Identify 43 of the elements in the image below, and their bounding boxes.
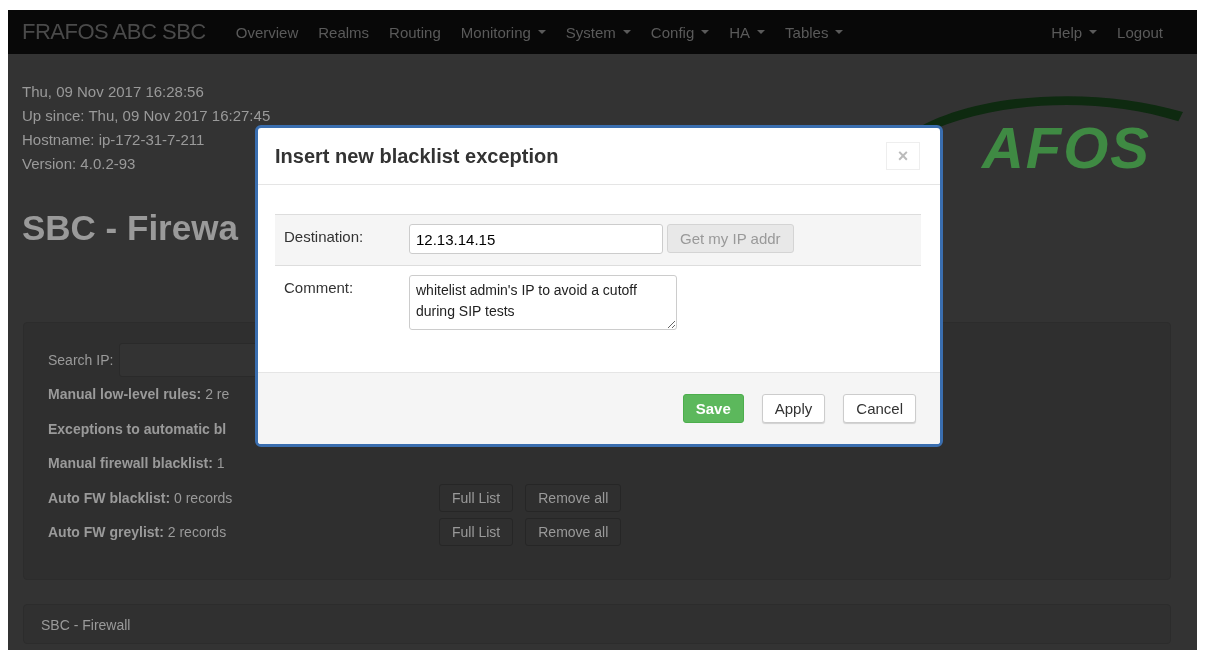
nav-link[interactable]: Monitoring bbox=[452, 23, 554, 41]
close-button[interactable]: × bbox=[886, 142, 920, 170]
caret-icon bbox=[835, 30, 844, 34]
list-button[interactable]: Remove all bbox=[525, 518, 622, 547]
field-label: Search IP: bbox=[48, 352, 114, 368]
record-text: Exceptions to automatic bl bbox=[48, 420, 228, 437]
nav-link[interactable]: Realms bbox=[310, 23, 378, 41]
dialog-button[interactable]: Apply bbox=[761, 394, 826, 423]
destination-field[interactable]: 12.13.14.15 bbox=[409, 224, 663, 254]
save-button[interactable]: Save bbox=[682, 394, 744, 423]
get-ip-button[interactable]: Get my IP addr bbox=[667, 224, 794, 253]
record-text: Auto FW greylist: 2 records bbox=[48, 524, 228, 541]
page-title: SBC - Firewa bbox=[22, 208, 238, 248]
breadcrumb: SBC - Firewall bbox=[23, 604, 1171, 644]
caret-icon bbox=[757, 30, 766, 34]
info-text: Hostname: ip-172-31-7-211 bbox=[22, 130, 206, 150]
nav-link[interactable]: Logout bbox=[1109, 23, 1171, 41]
list-button[interactable]: Full List bbox=[439, 518, 514, 547]
nav-link[interactable]: Tables bbox=[777, 23, 852, 41]
field-label: Comment: bbox=[284, 278, 355, 298]
list-button[interactable]: Remove all bbox=[525, 483, 622, 512]
nav-link[interactable]: System bbox=[557, 23, 639, 41]
dialog-title: Insert new blacklist exception bbox=[275, 144, 559, 168]
record-text: Manual firewall blacklist: 1 bbox=[48, 455, 226, 472]
record-text: Manual low-level rules: 2 re bbox=[48, 386, 231, 403]
comment-field[interactable]: whitelist admin's IP to avoid a cutoff during SIP tests bbox=[409, 275, 677, 330]
nav-link[interactable]: Overview bbox=[227, 23, 307, 41]
nav-link[interactable]: HA bbox=[721, 23, 774, 41]
info-text: Version: 4.0.2-93 bbox=[22, 154, 137, 174]
dialog-button[interactable]: Cancel bbox=[843, 394, 916, 423]
nav-link[interactable]: Routing bbox=[381, 23, 449, 41]
info-text: Thu, 09 Nov 2017 16:28:56 bbox=[22, 82, 205, 102]
brand-title[interactable]: FRAFOS ABC SBC bbox=[22, 19, 206, 45]
caret-icon bbox=[701, 30, 710, 34]
list-button[interactable]: Full List bbox=[439, 483, 514, 512]
caret-icon bbox=[537, 30, 546, 34]
info-text: Up since: Thu, 09 Nov 2017 16:27:45 bbox=[22, 106, 271, 126]
caret-icon bbox=[622, 30, 631, 34]
record-text: Auto FW blacklist: 0 records bbox=[48, 489, 234, 506]
nav-link[interactable]: Help bbox=[1043, 23, 1106, 41]
caret-icon bbox=[1089, 30, 1098, 34]
field-label: Destination: bbox=[284, 227, 365, 247]
nav-link[interactable]: Config bbox=[642, 23, 718, 41]
